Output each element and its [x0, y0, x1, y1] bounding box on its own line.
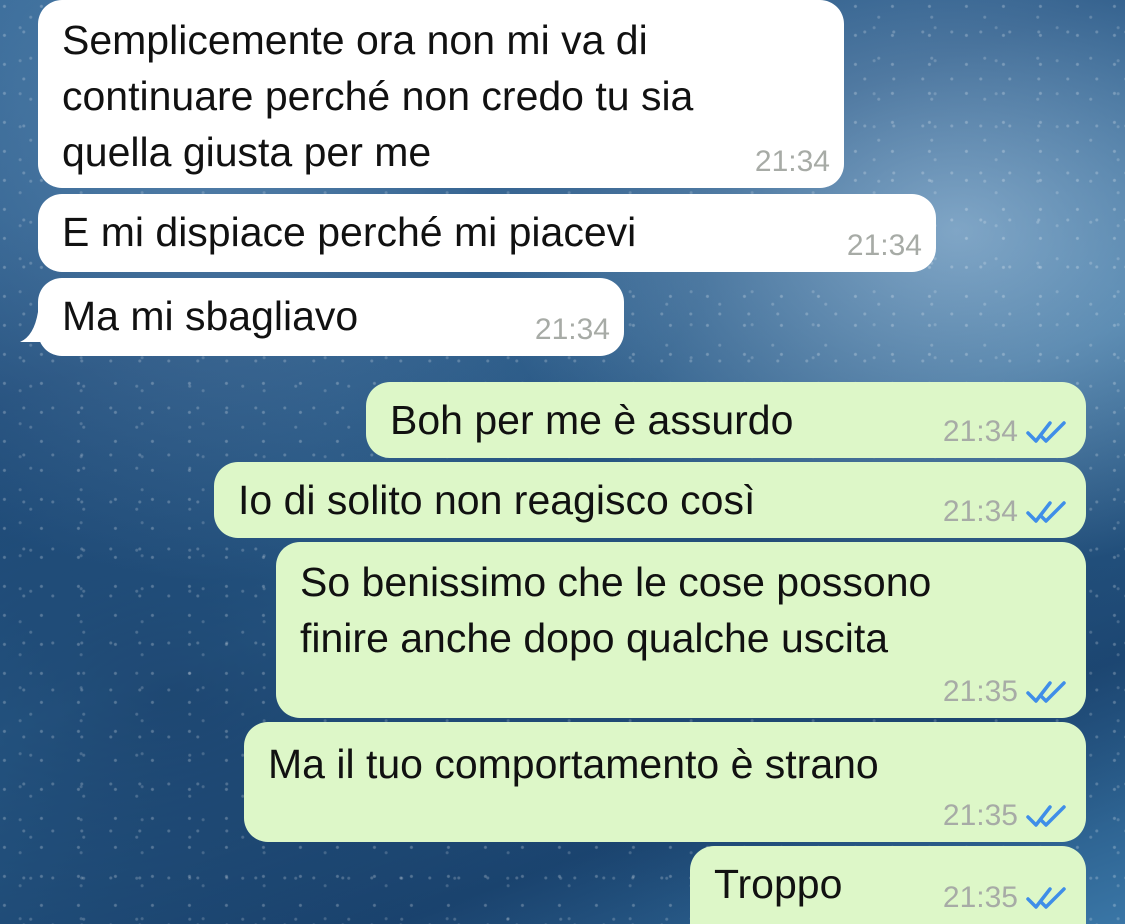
message-meta: 21:35 — [943, 878, 1072, 918]
message-meta: 21:34 — [535, 310, 610, 350]
message-meta: 21:34 — [943, 412, 1072, 452]
message-meta: 21:34 — [847, 226, 922, 266]
message-time: 21:34 — [846, 229, 922, 262]
message-text: Troppo — [714, 861, 843, 907]
message-text: Boh per me è assurdo — [390, 397, 794, 443]
message-bubble-incoming[interactable]: Semplicemente ora non mi va di continuar… — [38, 0, 844, 188]
message-text: E mi dispiace perché mi piacevi — [62, 209, 637, 255]
message-bubble-incoming[interactable]: E mi dispiace perché mi piacevi 21:34 — [38, 194, 936, 272]
message-time: 21:35 — [942, 675, 1018, 708]
message-text: Semplicemente ora non mi va di continuar… — [62, 17, 694, 175]
message-text: Ma il tuo comportamento è strano — [268, 741, 879, 787]
message-bubble-outgoing[interactable]: Boh per me è assurdo 21:34 — [366, 382, 1086, 458]
double-check-icon — [1026, 421, 1066, 443]
message-bubble-outgoing[interactable]: Troppo 21:35 — [690, 846, 1086, 924]
message-text: Io di solito non reagisco così — [238, 477, 756, 523]
message-meta: 21:35 — [943, 796, 1072, 836]
message-meta: 21:35 — [943, 672, 1072, 712]
message-meta: 21:34 — [755, 142, 830, 182]
message-bubble-outgoing[interactable]: Io di solito non reagisco così 21:34 — [214, 462, 1086, 538]
double-check-icon — [1026, 501, 1066, 523]
message-bubble-outgoing[interactable]: So benissimo che le cose possono finire … — [276, 542, 1086, 718]
double-check-icon — [1026, 681, 1066, 703]
message-bubble-incoming[interactable]: Ma mi sbagliavo 21:34 — [38, 278, 624, 356]
message-time: 21:34 — [754, 145, 830, 178]
double-check-icon — [1026, 805, 1066, 827]
message-time: 21:34 — [942, 495, 1018, 528]
message-time: 21:35 — [942, 799, 1018, 832]
message-time: 21:35 — [942, 881, 1018, 914]
bubble-tail — [20, 312, 50, 342]
message-text: So benissimo che le cose possono finire … — [300, 559, 932, 661]
message-meta: 21:34 — [943, 492, 1072, 532]
message-text: Ma mi sbagliavo — [62, 293, 359, 339]
message-bubble-outgoing[interactable]: Ma il tuo comportamento è strano 21:35 — [244, 722, 1086, 842]
message-time: 21:34 — [534, 313, 610, 346]
double-check-icon — [1026, 887, 1066, 909]
message-time: 21:34 — [942, 415, 1018, 448]
